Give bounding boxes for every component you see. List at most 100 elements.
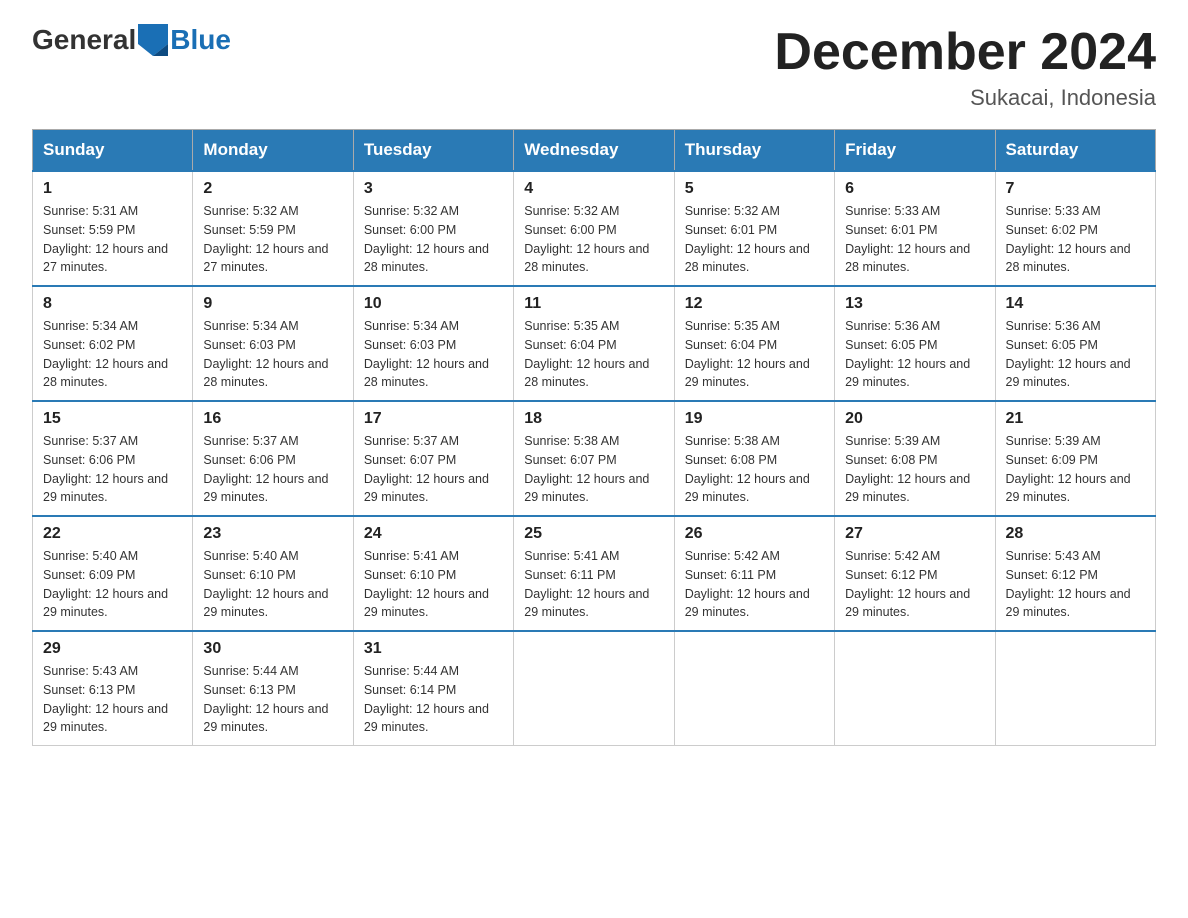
- day-info: Sunrise: 5:34 AM Sunset: 6:02 PM Dayligh…: [43, 317, 182, 392]
- day-cell-26: 26 Sunrise: 5:42 AM Sunset: 6:11 PM Dayl…: [674, 516, 834, 631]
- day-number: 16: [203, 410, 342, 428]
- day-cell-10: 10 Sunrise: 5:34 AM Sunset: 6:03 PM Dayl…: [353, 286, 513, 401]
- day-number: 2: [203, 180, 342, 198]
- day-info: Sunrise: 5:32 AM Sunset: 6:00 PM Dayligh…: [524, 202, 663, 277]
- day-info: Sunrise: 5:44 AM Sunset: 6:14 PM Dayligh…: [364, 662, 503, 737]
- day-number: 4: [524, 180, 663, 198]
- day-cell-2: 2 Sunrise: 5:32 AM Sunset: 5:59 PM Dayli…: [193, 171, 353, 286]
- day-cell-18: 18 Sunrise: 5:38 AM Sunset: 6:07 PM Dayl…: [514, 401, 674, 516]
- day-number: 7: [1006, 180, 1145, 198]
- day-info: Sunrise: 5:35 AM Sunset: 6:04 PM Dayligh…: [685, 317, 824, 392]
- week-row-4: 22 Sunrise: 5:40 AM Sunset: 6:09 PM Dayl…: [33, 516, 1156, 631]
- day-info: Sunrise: 5:41 AM Sunset: 6:10 PM Dayligh…: [364, 547, 503, 622]
- day-info: Sunrise: 5:41 AM Sunset: 6:11 PM Dayligh…: [524, 547, 663, 622]
- day-info: Sunrise: 5:32 AM Sunset: 5:59 PM Dayligh…: [203, 202, 342, 277]
- day-cell-23: 23 Sunrise: 5:40 AM Sunset: 6:10 PM Dayl…: [193, 516, 353, 631]
- day-number: 6: [845, 180, 984, 198]
- day-number: 30: [203, 640, 342, 658]
- day-cell-9: 9 Sunrise: 5:34 AM Sunset: 6:03 PM Dayli…: [193, 286, 353, 401]
- day-info: Sunrise: 5:36 AM Sunset: 6:05 PM Dayligh…: [1006, 317, 1145, 392]
- week-row-1: 1 Sunrise: 5:31 AM Sunset: 5:59 PM Dayli…: [33, 171, 1156, 286]
- day-cell-14: 14 Sunrise: 5:36 AM Sunset: 6:05 PM Dayl…: [995, 286, 1155, 401]
- day-cell-20: 20 Sunrise: 5:39 AM Sunset: 6:08 PM Dayl…: [835, 401, 995, 516]
- day-cell-30: 30 Sunrise: 5:44 AM Sunset: 6:13 PM Dayl…: [193, 631, 353, 746]
- empty-cell: [514, 631, 674, 746]
- week-row-3: 15 Sunrise: 5:37 AM Sunset: 6:06 PM Dayl…: [33, 401, 1156, 516]
- empty-cell: [835, 631, 995, 746]
- day-number: 15: [43, 410, 182, 428]
- day-number: 18: [524, 410, 663, 428]
- day-cell-8: 8 Sunrise: 5:34 AM Sunset: 6:02 PM Dayli…: [33, 286, 193, 401]
- day-cell-12: 12 Sunrise: 5:35 AM Sunset: 6:04 PM Dayl…: [674, 286, 834, 401]
- day-number: 1: [43, 180, 182, 198]
- day-number: 28: [1006, 525, 1145, 543]
- day-number: 8: [43, 295, 182, 313]
- weekday-header-thursday: Thursday: [674, 130, 834, 172]
- weekday-header-row: SundayMondayTuesdayWednesdayThursdayFrid…: [33, 130, 1156, 172]
- day-cell-27: 27 Sunrise: 5:42 AM Sunset: 6:12 PM Dayl…: [835, 516, 995, 631]
- week-row-2: 8 Sunrise: 5:34 AM Sunset: 6:02 PM Dayli…: [33, 286, 1156, 401]
- day-cell-31: 31 Sunrise: 5:44 AM Sunset: 6:14 PM Dayl…: [353, 631, 513, 746]
- day-info: Sunrise: 5:33 AM Sunset: 6:01 PM Dayligh…: [845, 202, 984, 277]
- day-cell-21: 21 Sunrise: 5:39 AM Sunset: 6:09 PM Dayl…: [995, 401, 1155, 516]
- day-cell-19: 19 Sunrise: 5:38 AM Sunset: 6:08 PM Dayl…: [674, 401, 834, 516]
- week-row-5: 29 Sunrise: 5:43 AM Sunset: 6:13 PM Dayl…: [33, 631, 1156, 746]
- day-number: 17: [364, 410, 503, 428]
- day-number: 11: [524, 295, 663, 313]
- day-info: Sunrise: 5:44 AM Sunset: 6:13 PM Dayligh…: [203, 662, 342, 737]
- day-info: Sunrise: 5:39 AM Sunset: 6:08 PM Dayligh…: [845, 432, 984, 507]
- day-info: Sunrise: 5:32 AM Sunset: 6:00 PM Dayligh…: [364, 202, 503, 277]
- day-cell-24: 24 Sunrise: 5:41 AM Sunset: 6:10 PM Dayl…: [353, 516, 513, 631]
- day-cell-17: 17 Sunrise: 5:37 AM Sunset: 6:07 PM Dayl…: [353, 401, 513, 516]
- day-cell-28: 28 Sunrise: 5:43 AM Sunset: 6:12 PM Dayl…: [995, 516, 1155, 631]
- day-info: Sunrise: 5:42 AM Sunset: 6:11 PM Dayligh…: [685, 547, 824, 622]
- day-number: 19: [685, 410, 824, 428]
- weekday-header-friday: Friday: [835, 130, 995, 172]
- day-number: 29: [43, 640, 182, 658]
- weekday-header-tuesday: Tuesday: [353, 130, 513, 172]
- logo-blue-text: Blue: [170, 24, 231, 56]
- day-number: 23: [203, 525, 342, 543]
- day-info: Sunrise: 5:42 AM Sunset: 6:12 PM Dayligh…: [845, 547, 984, 622]
- weekday-header-monday: Monday: [193, 130, 353, 172]
- location-subtitle: Sukacai, Indonesia: [774, 85, 1156, 111]
- day-info: Sunrise: 5:35 AM Sunset: 6:04 PM Dayligh…: [524, 317, 663, 392]
- day-info: Sunrise: 5:34 AM Sunset: 6:03 PM Dayligh…: [364, 317, 503, 392]
- weekday-header-wednesday: Wednesday: [514, 130, 674, 172]
- day-info: Sunrise: 5:40 AM Sunset: 6:10 PM Dayligh…: [203, 547, 342, 622]
- weekday-header-sunday: Sunday: [33, 130, 193, 172]
- page-header: General Blue December 2024 Sukacai, Indo…: [32, 24, 1156, 111]
- day-cell-4: 4 Sunrise: 5:32 AM Sunset: 6:00 PM Dayli…: [514, 171, 674, 286]
- day-cell-25: 25 Sunrise: 5:41 AM Sunset: 6:11 PM Dayl…: [514, 516, 674, 631]
- calendar-title-block: December 2024 Sukacai, Indonesia: [774, 24, 1156, 111]
- day-info: Sunrise: 5:43 AM Sunset: 6:12 PM Dayligh…: [1006, 547, 1145, 622]
- day-number: 5: [685, 180, 824, 198]
- day-cell-15: 15 Sunrise: 5:37 AM Sunset: 6:06 PM Dayl…: [33, 401, 193, 516]
- weekday-header-saturday: Saturday: [995, 130, 1155, 172]
- day-number: 20: [845, 410, 984, 428]
- day-info: Sunrise: 5:39 AM Sunset: 6:09 PM Dayligh…: [1006, 432, 1145, 507]
- empty-cell: [674, 631, 834, 746]
- day-info: Sunrise: 5:31 AM Sunset: 5:59 PM Dayligh…: [43, 202, 182, 277]
- day-number: 13: [845, 295, 984, 313]
- day-info: Sunrise: 5:36 AM Sunset: 6:05 PM Dayligh…: [845, 317, 984, 392]
- day-number: 14: [1006, 295, 1145, 313]
- logo: General Blue: [32, 24, 231, 56]
- day-cell-6: 6 Sunrise: 5:33 AM Sunset: 6:01 PM Dayli…: [835, 171, 995, 286]
- day-cell-1: 1 Sunrise: 5:31 AM Sunset: 5:59 PM Dayli…: [33, 171, 193, 286]
- day-info: Sunrise: 5:37 AM Sunset: 6:06 PM Dayligh…: [43, 432, 182, 507]
- day-number: 10: [364, 295, 503, 313]
- day-cell-16: 16 Sunrise: 5:37 AM Sunset: 6:06 PM Dayl…: [193, 401, 353, 516]
- month-year-title: December 2024: [774, 24, 1156, 81]
- day-number: 21: [1006, 410, 1145, 428]
- day-info: Sunrise: 5:33 AM Sunset: 6:02 PM Dayligh…: [1006, 202, 1145, 277]
- day-info: Sunrise: 5:38 AM Sunset: 6:08 PM Dayligh…: [685, 432, 824, 507]
- day-cell-5: 5 Sunrise: 5:32 AM Sunset: 6:01 PM Dayli…: [674, 171, 834, 286]
- day-number: 25: [524, 525, 663, 543]
- logo-general-text: General: [32, 24, 136, 56]
- day-number: 3: [364, 180, 503, 198]
- day-cell-3: 3 Sunrise: 5:32 AM Sunset: 6:00 PM Dayli…: [353, 171, 513, 286]
- day-cell-7: 7 Sunrise: 5:33 AM Sunset: 6:02 PM Dayli…: [995, 171, 1155, 286]
- day-number: 9: [203, 295, 342, 313]
- day-cell-29: 29 Sunrise: 5:43 AM Sunset: 6:13 PM Dayl…: [33, 631, 193, 746]
